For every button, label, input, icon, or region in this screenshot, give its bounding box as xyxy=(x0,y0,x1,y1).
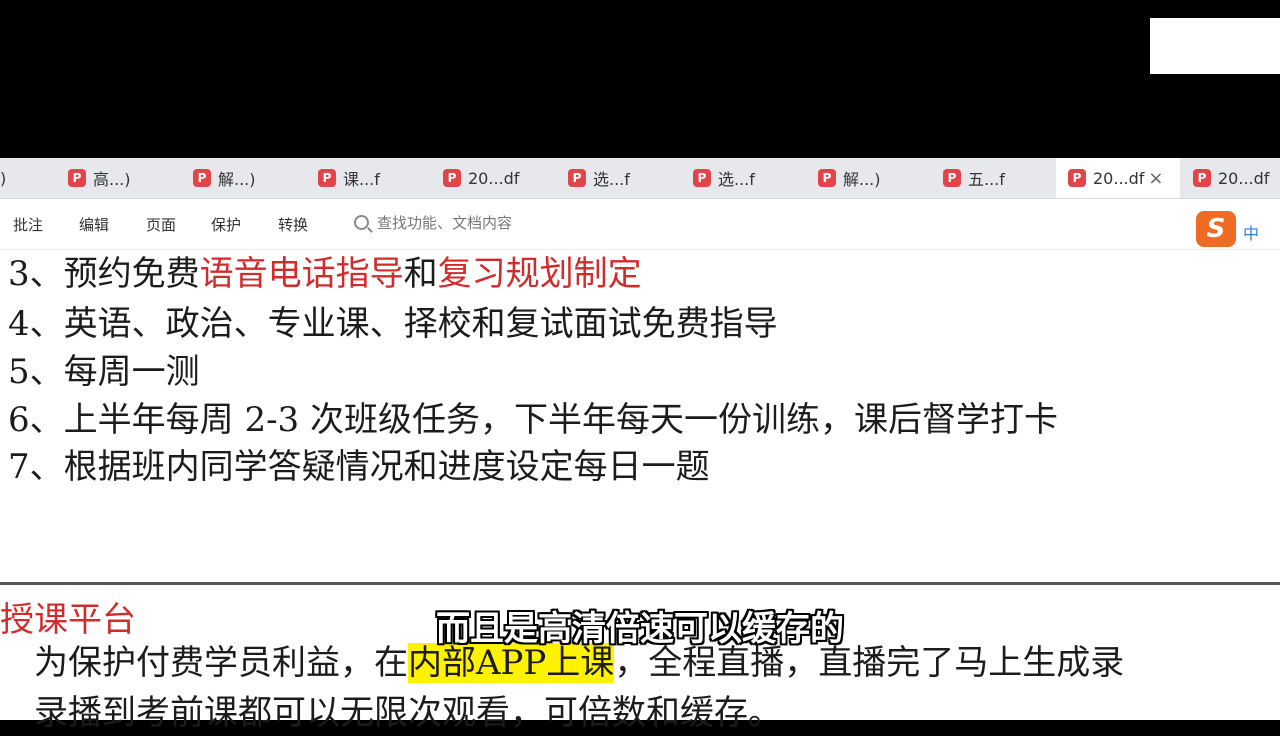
pdf-file-icon: P xyxy=(818,169,836,187)
pdf-file-icon: P xyxy=(1193,169,1211,187)
doc-line-4: 4、英语、政治、专业课、择校和复试面试免费指导 xyxy=(8,304,778,344)
doc-line-6: 6、上半年每周 2-3 次班级任务，下半年每天一份训练，课后督学打卡 xyxy=(8,400,1058,440)
pdf-file-icon: P xyxy=(1068,169,1086,187)
tab-label: 选...f xyxy=(718,170,755,189)
video-letterbox-top xyxy=(0,0,1280,158)
pdf-file-icon: P xyxy=(943,169,961,187)
doc-line-7: 7、根据班内同学答疑情况和进度设定每日一题 xyxy=(8,447,710,487)
pdf-file-icon: P xyxy=(443,169,461,187)
white-overlay-box xyxy=(1150,18,1280,74)
tab-3[interactable]: P 课...f xyxy=(318,158,380,198)
ime-mode-label[interactable]: 中 xyxy=(1243,220,1259,244)
red-emphasis-text: 复习规划制定 xyxy=(437,254,642,294)
menu-edit[interactable]: 编辑 xyxy=(79,214,109,235)
ribbon-toolbar: 批注 编辑 页面 保护 转换 查找功能、文档内容 xyxy=(0,199,1280,250)
tab-6[interactable]: P 选...f xyxy=(693,158,755,198)
tab-1[interactable]: P 高...) xyxy=(68,158,131,198)
pdf-file-icon: P xyxy=(193,169,211,187)
tab-label: 课...f xyxy=(343,170,380,189)
pdf-file-icon: P xyxy=(568,169,586,187)
tab-label: 解...) xyxy=(218,170,256,189)
search-icon xyxy=(354,215,369,230)
tab-0[interactable]: ) xyxy=(0,158,6,198)
tab-7[interactable]: P 解...) xyxy=(818,158,881,198)
sogou-ime-icon[interactable]: S xyxy=(1196,211,1236,247)
menu-convert[interactable]: 转换 xyxy=(278,214,308,235)
tab-9-active[interactable]: P 20...df × xyxy=(1056,158,1180,198)
tab-label: 解...) xyxy=(843,170,881,189)
pdf-file-icon: P xyxy=(318,169,336,187)
doc-line-5: 5、每周一测 xyxy=(8,352,200,392)
document-tab-bar: ) P 高...) P 解...) P 课...f P 20...df P 选.… xyxy=(0,158,1280,199)
tab-10[interactable]: P 20...df xyxy=(1193,158,1269,198)
doc-line-3: 3、预约免费语音电话指导和复习规划制定 xyxy=(8,252,642,296)
pdf-file-icon: P xyxy=(693,169,711,187)
menu-annotate[interactable]: 批注 xyxy=(13,214,43,235)
search-box[interactable]: 查找功能、文档内容 xyxy=(354,212,512,233)
tab-label: 20...df xyxy=(1218,168,1270,188)
tab-label: 20...df xyxy=(468,168,520,188)
tab-label: 选...f xyxy=(593,170,630,189)
tab-label: 高...) xyxy=(93,170,131,189)
line-text: 和 xyxy=(403,254,438,294)
pdf-file-icon: P xyxy=(68,169,86,187)
tab-label: ) xyxy=(0,168,7,188)
tab-label: 20...df xyxy=(1093,168,1145,188)
tab-8[interactable]: P 五...f xyxy=(943,158,1005,198)
close-icon[interactable]: × xyxy=(1148,168,1163,189)
section-divider xyxy=(0,582,1280,585)
red-emphasis-text: 语音电话指导 xyxy=(199,254,404,294)
video-subtitle: 而且是高清倍速可以缓存的 xyxy=(436,609,844,649)
tab-5[interactable]: P 选...f xyxy=(568,158,630,198)
body-line-2: 录播到考前课都可以无限次观看，可倍数和缓存。 xyxy=(34,693,782,733)
tab-label: 五...f xyxy=(968,170,1005,189)
menu-page[interactable]: 页面 xyxy=(146,214,176,235)
tab-2[interactable]: P 解...) xyxy=(193,158,256,198)
menu-protect[interactable]: 保护 xyxy=(211,214,241,235)
search-placeholder: 查找功能、文档内容 xyxy=(377,214,513,232)
line-text: 3、预约免费 xyxy=(8,254,200,294)
tab-4[interactable]: P 20...df xyxy=(443,158,519,198)
